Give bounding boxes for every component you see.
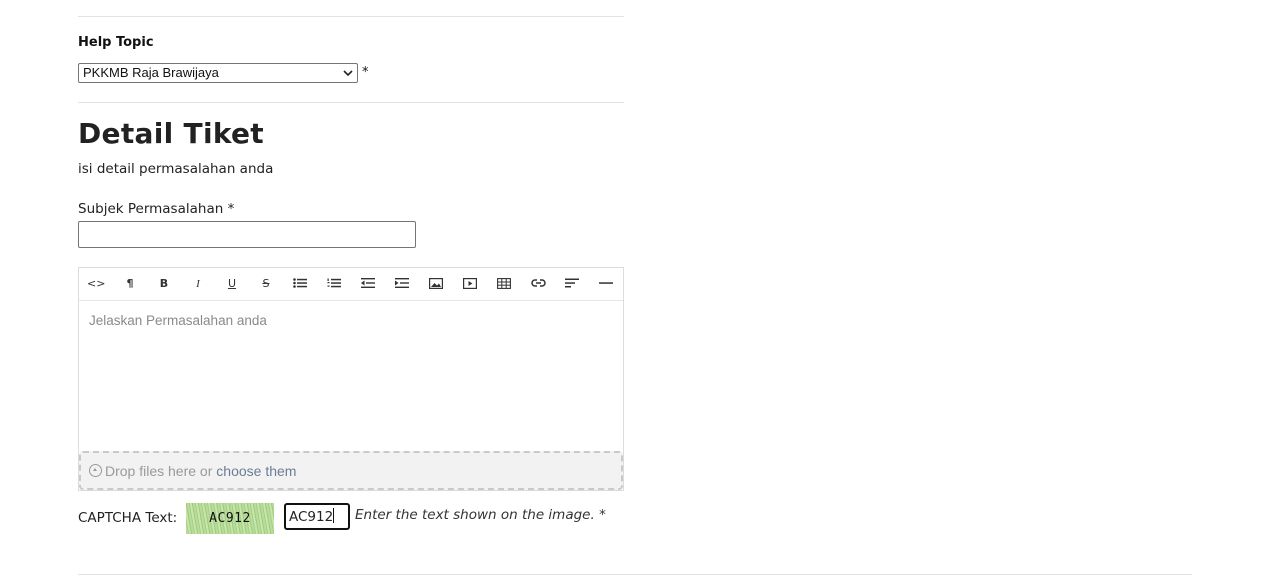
captcha-label: CAPTCHA Text: <box>78 510 178 526</box>
section-title: Detail Tiket <box>78 117 264 150</box>
dropzone-label: Drop files here or <box>105 463 213 479</box>
divider-mid <box>78 102 624 103</box>
link-icon[interactable] <box>529 276 547 292</box>
video-icon[interactable] <box>461 276 479 292</box>
text-cursor <box>333 508 335 523</box>
choose-files-link[interactable]: choose them <box>216 463 296 479</box>
divider-bottom <box>78 574 1192 575</box>
bold-icon[interactable]: B <box>155 276 173 292</box>
captcha-image: AC912 <box>186 503 274 534</box>
help-topic-label: Help Topic <box>78 35 154 50</box>
captcha-hint: Enter the text shown on the image. * <box>355 507 606 523</box>
file-dropzone[interactable]: Drop files here or choose them <box>79 451 623 490</box>
numbered-list-icon[interactable] <box>325 276 343 292</box>
dropzone-text: Drop files here or choose them <box>105 463 296 479</box>
indent-icon[interactable] <box>393 276 411 292</box>
strikethrough-icon[interactable]: S <box>257 276 275 292</box>
bulleted-list-icon[interactable] <box>291 276 309 292</box>
image-icon[interactable] <box>427 276 445 292</box>
editor-content-area[interactable]: Jelaskan Permasalahan anda <box>89 313 267 328</box>
subject-input[interactable] <box>78 221 416 248</box>
captcha-input-value: AC912 <box>289 509 334 525</box>
table-icon[interactable] <box>495 276 513 292</box>
italic-icon[interactable]: I <box>189 276 207 292</box>
horizontal-rule-icon[interactable] <box>597 276 615 292</box>
editor-toolbar: <> ¶ B I U S <box>79 268 623 301</box>
rich-text-editor: <> ¶ B I U S Jelaskan Permasalahan anda … <box>78 267 624 491</box>
align-icon[interactable] <box>563 276 581 292</box>
subject-label: Subjek Permasalahan * <box>78 201 235 217</box>
underline-icon[interactable]: U <box>223 276 241 292</box>
required-mark: * <box>362 65 369 80</box>
divider-top <box>78 16 624 17</box>
paragraph-icon[interactable]: ¶ <box>121 276 139 292</box>
outdent-icon[interactable] <box>359 276 377 292</box>
html-code-icon[interactable]: <> <box>87 276 105 292</box>
help-topic-selected-value: PKKMB Raja Brawijaya <box>83 65 219 80</box>
captcha-input[interactable]: AC912 <box>284 503 350 530</box>
chevron-down-icon <box>343 66 353 83</box>
section-subtitle: isi detail permasalahan anda <box>78 161 274 177</box>
upload-icon <box>89 464 102 477</box>
help-topic-select[interactable]: PKKMB Raja Brawijaya <box>78 63 358 83</box>
